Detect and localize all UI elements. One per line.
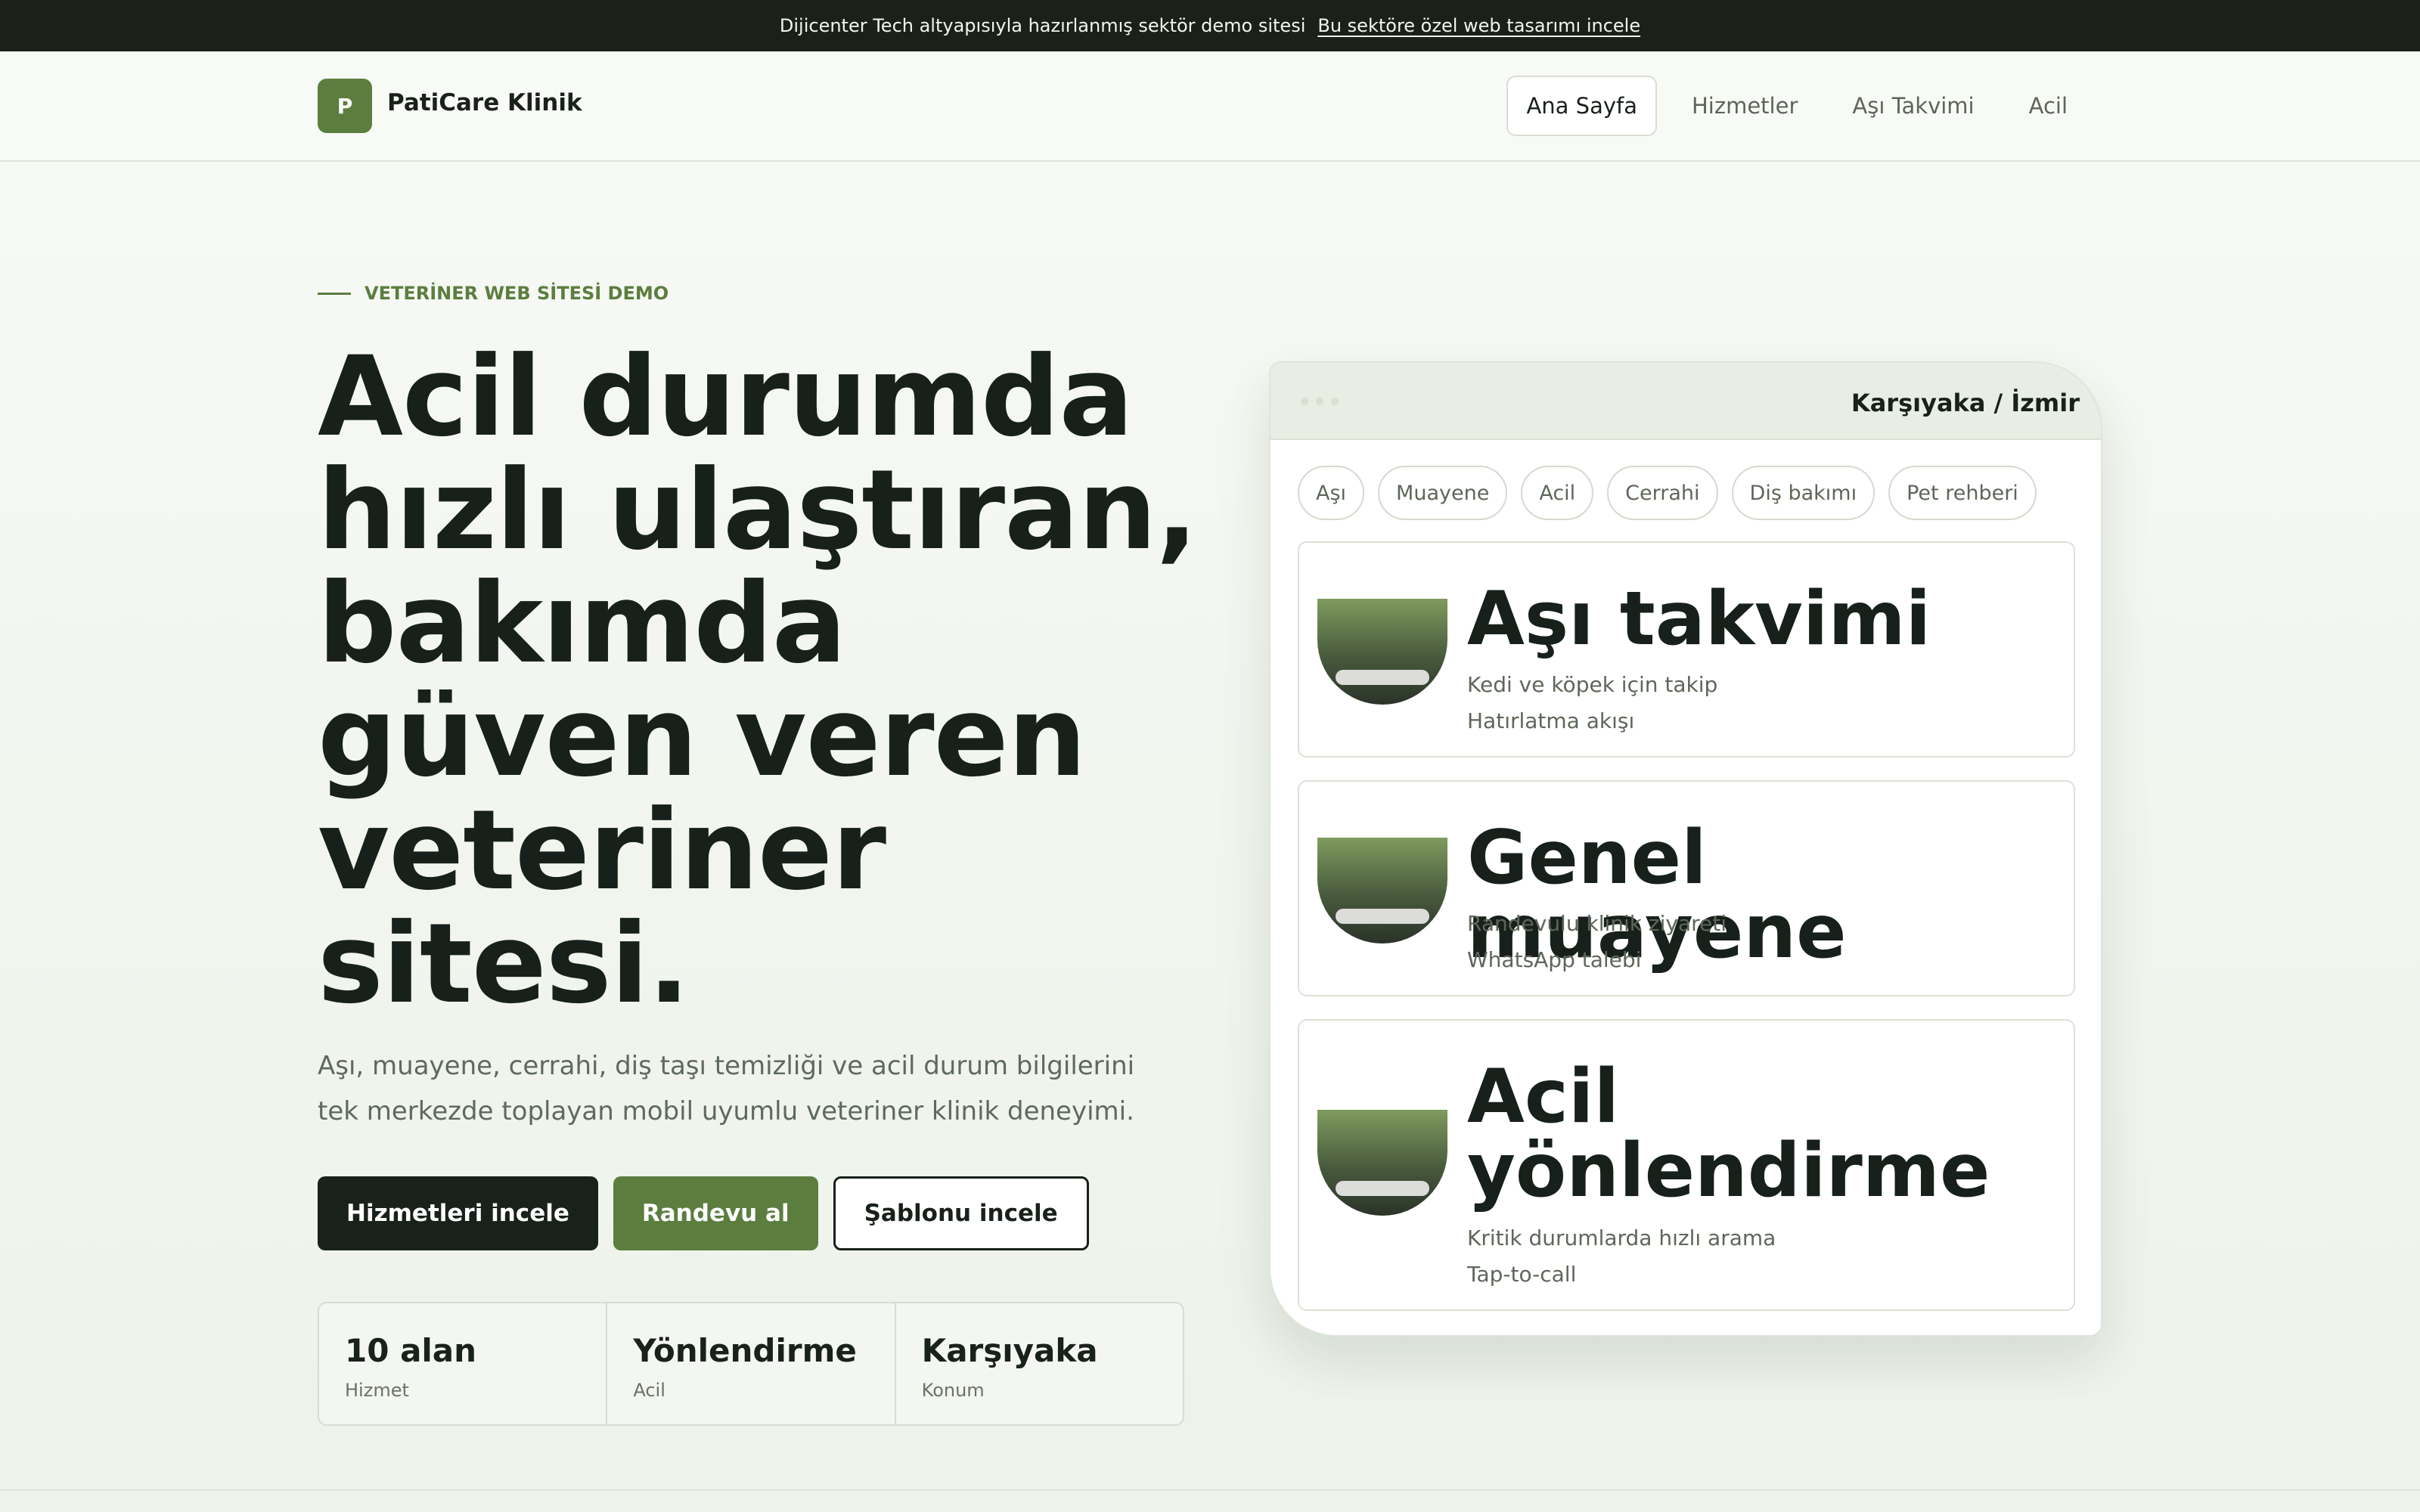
card-line: Randevulu klinik ziyareti — [1467, 911, 1727, 936]
stats-strip: 10 alan Hizmet Yönlendirme Acil Karşıyak… — [318, 1302, 1184, 1426]
brand-name[interactable]: PatiCare Klinik — [387, 89, 582, 116]
stat-value: Yönlendirme — [633, 1332, 857, 1369]
service-chips: Aşı Muayene Acil Cerrahi Diş bakımı Pet … — [1298, 466, 2037, 520]
section-divider — [0, 1489, 2420, 1491]
window-dots — [1301, 398, 1339, 405]
service-card-vaccine[interactable]: Aşı takvimi Kedi ve köpek için takip Hat… — [1298, 541, 2075, 758]
stat-location: Karşıyaka Konum — [896, 1303, 1183, 1424]
services-button[interactable]: Hizmetleri incele — [318, 1176, 598, 1250]
hero-buttons: Hizmetleri incele Randevu al Şablonu inc… — [318, 1176, 1089, 1250]
bowl-icon — [1317, 599, 1447, 705]
appointment-button[interactable]: Randevu al — [613, 1176, 818, 1250]
bowl-icon — [1317, 1110, 1447, 1216]
eyebrow-text: VETERİNER WEB SİTESİ DEMO — [365, 283, 669, 304]
card-title: Aşı takvimi — [1467, 576, 1931, 662]
chip-vaccine[interactable]: Aşı — [1298, 466, 1365, 520]
card-line: Hatırlatma akışı — [1467, 708, 1635, 733]
stat-label: Konum — [921, 1380, 985, 1401]
chip-surgery[interactable]: Cerrahi — [1607, 466, 1718, 520]
chip-pet-guide[interactable]: Pet rehberi — [1888, 466, 2037, 520]
nav-item-home[interactable]: Ana Sayfa — [1506, 76, 1657, 136]
stat-label: Hizmet — [345, 1380, 409, 1401]
card-title: Acil yönlendirme — [1467, 1054, 1990, 1214]
eyebrow-line — [318, 292, 351, 295]
hero-eyebrow: VETERİNER WEB SİTESİ DEMO — [318, 283, 669, 304]
banner-link[interactable]: Bu sektöre özel web tasarımı incele — [1317, 15, 1640, 36]
stat-label: Acil — [633, 1380, 666, 1401]
service-card-emergency[interactable]: Acil yönlendirme Kritik durumlarda hızlı… — [1298, 1019, 2075, 1311]
chip-examination[interactable]: Muayene — [1378, 466, 1508, 520]
card-line: Kedi ve köpek için takip — [1467, 672, 1718, 697]
chip-emergency[interactable]: Acil — [1521, 466, 1594, 520]
card-line: WhatsApp talebi — [1467, 947, 1642, 972]
stat-value: Karşıyaka — [921, 1332, 1098, 1369]
nav-item-emergency[interactable]: Acil — [2009, 76, 2087, 136]
bowl-icon — [1317, 838, 1447, 943]
logo-letter: P — [337, 93, 353, 119]
preview-panel: Karşıyaka / İzmir Aşı Muayene Acil Cerra… — [1269, 361, 2102, 1337]
hero-description: Aşı, muayene, cerrahi, diş taşı temizliğ… — [318, 1051, 1135, 1126]
banner-text: Dijicenter Tech altyapısıyla hazırlanmış… — [779, 15, 1306, 36]
stat-emergency: Yönlendirme Acil — [607, 1303, 896, 1424]
stat-value: 10 alan — [345, 1332, 477, 1369]
main-nav: Ana Sayfa Hizmetler Aşı Takvimi Acil — [1506, 76, 2087, 136]
stat-services: 10 alan Hizmet — [319, 1303, 608, 1424]
top-banner: Dijicenter Tech altyapısıyla hazırlanmış… — [0, 0, 2420, 51]
nav-item-vaccine-schedule[interactable]: Aşı Takvimi — [1832, 76, 1993, 136]
card-line: Tap-to-call — [1467, 1262, 1577, 1287]
panel-top-bar: Karşıyaka / İzmir — [1270, 363, 2101, 440]
chip-dental[interactable]: Diş bakımı — [1731, 466, 1876, 520]
panel-location: Karşıyaka / İzmir — [1851, 389, 2080, 417]
service-card-examination[interactable]: Genel muayene Randevulu klinik ziyareti … — [1298, 780, 2075, 996]
hero-title: Acil durumda hızlı ulaştıran, bakımda gü… — [318, 333, 1198, 1028]
template-button[interactable]: Şablonu incele — [833, 1176, 1089, 1250]
card-line: Kritik durumlarda hızlı arama — [1467, 1225, 1776, 1250]
logo[interactable]: P — [318, 79, 372, 133]
site-header: P PatiCare Klinik Ana Sayfa Hizmetler Aş… — [0, 51, 2420, 162]
nav-item-services[interactable]: Hizmetler — [1672, 76, 1817, 136]
